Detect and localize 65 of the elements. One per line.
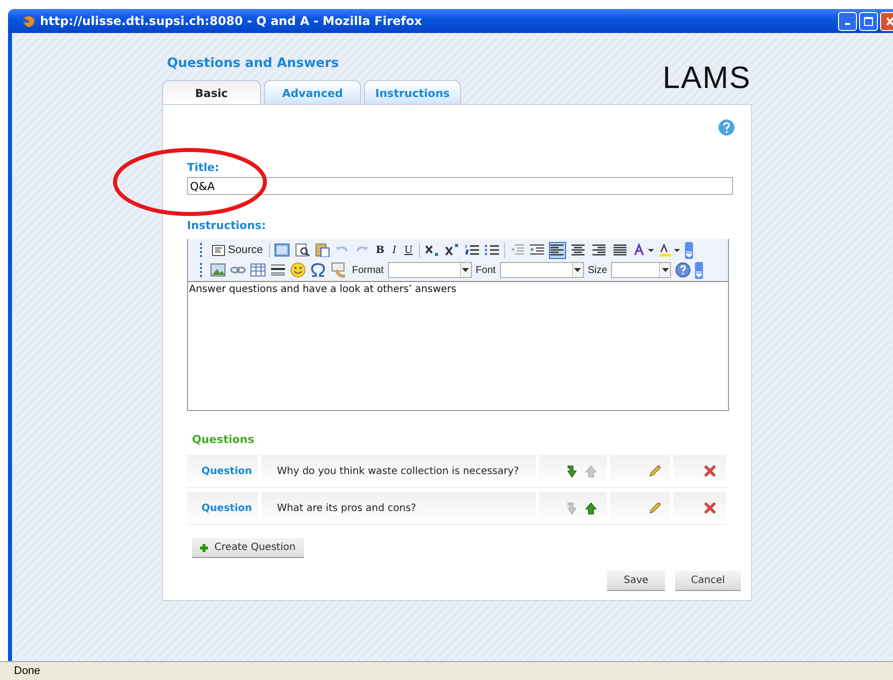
italic-button[interactable]: I [390, 244, 398, 256]
question-text: What are its pros and cons? [277, 502, 416, 514]
table-icon[interactable] [250, 263, 266, 277]
text-color-icon[interactable] [632, 243, 655, 257]
subscript-icon[interactable] [424, 243, 440, 257]
move-up-icon[interactable] [585, 502, 597, 514]
caret-icon [662, 268, 669, 272]
close-icon [886, 16, 893, 26]
source-button[interactable]: Source [210, 244, 265, 256]
align-button[interactable] [548, 242, 566, 258]
document-icon[interactable] [274, 243, 290, 257]
caret-icon [696, 270, 702, 276]
toolbar-expand-button[interactable] [684, 242, 693, 258]
maximize-icon [864, 16, 873, 26]
question-type-label: Question [201, 466, 252, 476]
align-button[interactable] [570, 242, 587, 258]
caret-icon [574, 268, 582, 272]
delete-icon[interactable] [704, 465, 716, 477]
help-icon[interactable] [675, 262, 692, 278]
bold-button[interactable]: B [374, 244, 386, 256]
bullet-list-icon[interactable] [484, 243, 500, 257]
plus-icon [200, 544, 208, 552]
question-type-label: Question [201, 502, 252, 514]
preview-icon[interactable] [294, 243, 310, 257]
title-field[interactable]: Q&A [187, 177, 733, 195]
horizontal-rule-icon[interactable] [270, 263, 286, 277]
window-title: http://ulisse.dti.supsi.ch:8080 - Q and A - Mozilla Firefox [40, 14, 422, 28]
browser-icon [22, 14, 36, 28]
field-label: Title: [187, 161, 220, 174]
image-icon[interactable] [210, 263, 226, 277]
align-button[interactable] [612, 242, 629, 258]
field-label: Instructions: [187, 219, 266, 232]
toolbar-expand-button[interactable] [695, 262, 704, 278]
align-button[interactable] [590, 242, 608, 258]
size-label: Size [588, 264, 608, 276]
omega-icon[interactable] [310, 263, 326, 277]
edit-pencil-icon[interactable] [648, 464, 662, 478]
font-label: Font [476, 264, 496, 276]
section-heading: Questions [192, 433, 256, 446]
caret-icon [462, 268, 470, 272]
move-down-icon[interactable] [567, 464, 579, 478]
numbered-list-icon[interactable] [464, 243, 480, 257]
help-icon[interactable] [718, 119, 735, 136]
indent-icon[interactable] [528, 243, 545, 257]
superscript-icon[interactable] [444, 243, 460, 257]
tab[interactable]: Basic [162, 80, 261, 104]
format-label: Format [352, 264, 384, 276]
status-text: Done [14, 665, 40, 677]
edit-pencil-icon[interactable] [648, 501, 662, 515]
smiley-icon[interactable] [290, 262, 306, 278]
form-button[interactable]: Cancel [675, 571, 741, 591]
caret-icon [686, 250, 692, 256]
logo: LAMS [662, 60, 751, 96]
source-icon [212, 244, 225, 256]
question-text: Why do you think waste collection is necessary? [277, 466, 519, 476]
paste-word-icon[interactable] [314, 243, 330, 257]
page-break-icon[interactable] [330, 262, 348, 278]
minimize-button[interactable] [838, 12, 857, 30]
form-button[interactable]: Save [607, 571, 665, 591]
highlight-color-icon[interactable] [658, 243, 681, 257]
maximize-button[interactable] [859, 12, 878, 30]
create-question-button[interactable]: Create Question [192, 538, 304, 558]
underline-button[interactable]: U [402, 244, 415, 256]
delete-icon[interactable] [704, 502, 716, 514]
page-heading: Questions and Answers [167, 56, 340, 71]
